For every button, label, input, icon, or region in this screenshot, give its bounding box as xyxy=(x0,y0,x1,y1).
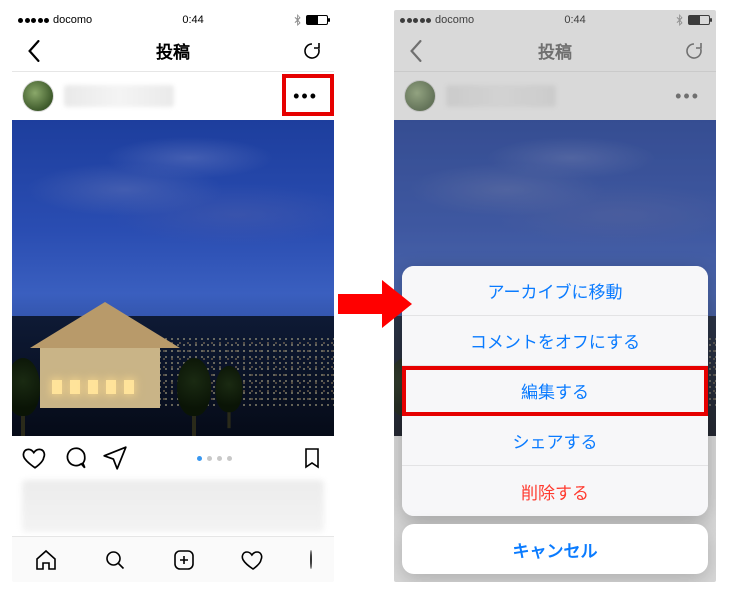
bluetooth-icon xyxy=(294,14,302,26)
tab-home[interactable] xyxy=(34,548,58,572)
bookmark-button[interactable] xyxy=(300,446,324,470)
sheet-option-archive[interactable]: アーカイブに移動 xyxy=(402,266,708,316)
highlight-more-button xyxy=(282,74,334,116)
reload-button[interactable] xyxy=(298,37,326,65)
caption-redacted xyxy=(22,480,324,532)
tab-new-post[interactable] xyxy=(172,548,196,572)
post-header: ••• xyxy=(12,72,334,120)
post-action-bar xyxy=(12,436,334,480)
sheet-option-share[interactable]: シェアする xyxy=(402,416,708,466)
like-button[interactable] xyxy=(22,445,48,471)
nav-header: 投稿 xyxy=(12,30,334,72)
status-bar: docomo 0:44 xyxy=(12,10,334,30)
tab-activity[interactable] xyxy=(241,548,265,572)
pager-dot-icon xyxy=(227,456,232,461)
share-button[interactable] xyxy=(102,445,128,471)
pager-dot-icon xyxy=(217,456,222,461)
clock-label: 0:44 xyxy=(182,14,203,26)
sheet-cancel-button[interactable]: キャンセル xyxy=(402,524,708,574)
phone-left: docomo 0:44 投稿 ••• xyxy=(12,10,334,582)
post-photo[interactable] xyxy=(12,120,334,436)
pager-dot-icon xyxy=(207,456,212,461)
profile-avatar-icon xyxy=(310,550,312,569)
action-sheet: アーカイブに移動 コメントをオフにする 編集する シェアする 削除する キャンセ… xyxy=(402,266,708,574)
tab-search[interactable] xyxy=(103,548,127,572)
pager-dot-icon xyxy=(197,456,202,461)
back-button[interactable] xyxy=(20,37,48,65)
carrier-label: docomo xyxy=(53,14,92,26)
sheet-option-edit[interactable]: 編集する xyxy=(402,366,708,416)
tab-bar xyxy=(12,536,334,582)
page-title: 投稿 xyxy=(156,38,190,63)
sheet-option-delete[interactable]: 削除する xyxy=(402,466,708,516)
signal-dots-icon xyxy=(18,18,49,23)
comment-button[interactable] xyxy=(62,445,88,471)
username-redacted xyxy=(64,85,174,107)
arrow-icon xyxy=(338,280,414,328)
battery-icon xyxy=(306,15,328,25)
phone-right: docomo 0:44 投稿 ••• xyxy=(394,10,716,582)
carousel-pager xyxy=(197,456,232,461)
tab-profile[interactable] xyxy=(310,551,312,569)
avatar[interactable] xyxy=(22,80,54,112)
sheet-option-comments-off[interactable]: コメントをオフにする xyxy=(402,316,708,366)
